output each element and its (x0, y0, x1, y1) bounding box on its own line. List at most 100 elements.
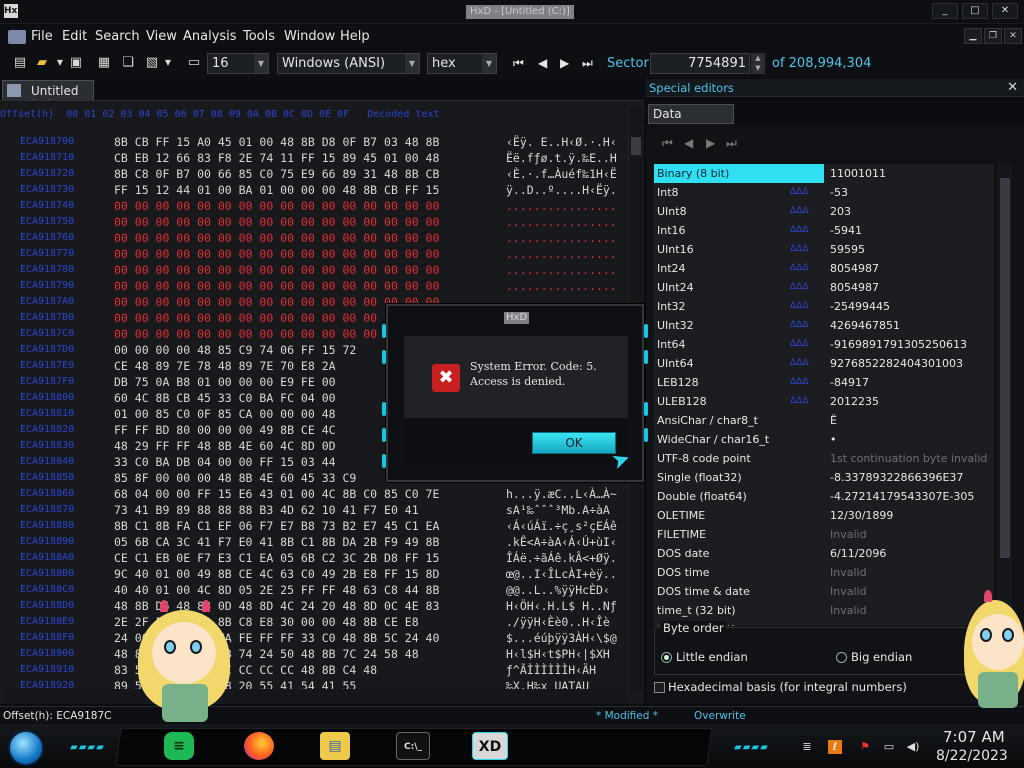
row-decoded-text[interactable]: ./ÿÿH‹Èè0..H‹Îè (506, 614, 628, 630)
row-decoded-text[interactable]: ‹Ëÿ. E..H‹Ø.·.H‹ (506, 134, 628, 150)
menu-tools[interactable]: Tools (243, 29, 275, 44)
row-bytes[interactable]: 9C 40 01 00 49 8B CE 4C 63 C0 49 2B E8 F… (114, 566, 439, 582)
inspector-row[interactable]: FILETIME Invalid (654, 525, 994, 544)
first-byte-icon[interactable]: ⏮ (662, 136, 673, 151)
inspector-row[interactable]: DOS time & date Invalid (654, 582, 994, 601)
row-decoded-text[interactable]: ‹È.·.f…Àuéf‰1H‹Ë (506, 166, 628, 182)
inspector-edit-button[interactable]: ΔΔΔ (790, 335, 820, 354)
row-decoded-text[interactable]: Ëë.fƒø.t.ÿ.‰E..H (506, 150, 628, 166)
inspector-value[interactable]: -4.27214179543307E-305 (830, 487, 974, 506)
charset-select[interactable]: Windows (ANSI) ▼ (277, 53, 420, 74)
mdi-restore-button[interactable]: ❐ (984, 28, 1002, 44)
hxd-icon[interactable]: XD (472, 732, 508, 760)
inspector-row[interactable]: Binary (8 bit) 11001011 (654, 164, 994, 183)
inspector-edit-button[interactable]: ΔΔΔ (790, 278, 820, 297)
inspector-row[interactable]: Int32 ΔΔΔ -25499445 (654, 297, 994, 316)
inspector-value[interactable]: Invalid (830, 563, 867, 582)
row-decoded-text[interactable]: œ@..I‹ÎLcÀI+èÿ.. (506, 566, 628, 582)
big-endian-label[interactable]: Big endian (851, 650, 912, 664)
inspector-edit-button[interactable]: ΔΔΔ (790, 392, 820, 411)
inspector-edit-button[interactable]: ΔΔΔ (790, 354, 820, 373)
status-write-mode[interactable]: Overwrite (694, 710, 746, 722)
inspector-row[interactable]: AnsiChar / char8_t Ë (654, 411, 994, 430)
inspector-value[interactable]: -5941 (830, 221, 862, 240)
row-bytes[interactable]: 00 00 00 00 00 00 00 00 00 00 00 00 00 0… (114, 262, 439, 278)
tray-app-icon[interactable]: ℓ (828, 740, 842, 754)
tab-untitled-drive-c[interactable]: Untitled (C:) (2, 80, 94, 112)
inspector-edit-button[interactable]: ΔΔΔ (790, 316, 820, 335)
inspector-value[interactable]: 8054987 (830, 278, 879, 297)
row-bytes[interactable]: DB 75 0A B8 01 00 00 00 E9 FE 00 (114, 374, 336, 390)
scrollbar-thumb[interactable] (1000, 178, 1010, 558)
hex-row[interactable]: ECA9188C0 40 40 01 00 4C 8D 05 2E 25 FF F… (0, 582, 628, 598)
menu-edit[interactable]: Edit (62, 29, 87, 44)
row-decoded-text[interactable]: ................ (506, 214, 628, 230)
hex-row[interactable]: ECA9188B0 9C 40 01 00 49 8B CE 4C 63 C0 4… (0, 566, 628, 582)
inspector-row[interactable]: UInt8 ΔΔΔ 203 (654, 202, 994, 221)
row-bytes[interactable]: CE 48 89 7E 78 48 89 7E 70 E8 2A (114, 358, 336, 374)
hex-basis-label[interactable]: Hexadecimal basis (for integral numbers) (668, 680, 907, 694)
row-decoded-text[interactable]: .kÊ<A÷àA‹Á‹Ú+ùI‹ (506, 534, 628, 550)
row-bytes[interactable]: 00 00 00 00 48 85 C9 74 06 FF 15 72 (114, 342, 356, 358)
hex-row[interactable]: ECA918900 48 8B 6C 24 48 8B 74 24 50 48 8… (0, 646, 628, 662)
data-inspector-table[interactable]: Binary (8 bit) 11001011 Int8 ΔΔΔ -53 UInt8 ΔΔΔ… (654, 164, 994, 626)
row-decoded-text[interactable]: @@..L..%ÿÿHcÈD‹ (506, 582, 628, 598)
inspector-value[interactable]: Ë (830, 411, 837, 430)
inspector-row[interactable]: OLETIME 12/30/1899 (654, 506, 994, 525)
open-dropdown-icon[interactable]: ▼ (52, 55, 68, 71)
next-byte-icon[interactable]: ▶ (706, 136, 715, 150)
menu-help[interactable]: Help (340, 29, 370, 44)
previous-byte-icon[interactable]: ◀ (684, 136, 693, 150)
row-decoded-text[interactable]: $...éúþÿÿ3ÀH‹\$@ (506, 630, 628, 646)
copy-icon[interactable]: ❏ (120, 55, 136, 71)
inspector-value[interactable]: 4269467851 (830, 316, 900, 335)
menu-analysis[interactable]: Analysis (183, 29, 237, 44)
row-bytes[interactable]: 00 00 00 00 00 00 00 00 00 00 00 00 00 0… (114, 246, 439, 262)
inspector-edit-button[interactable]: ΔΔΔ (790, 259, 820, 278)
firefox-icon[interactable] (244, 732, 274, 760)
file-explorer-icon[interactable]: ▤ (320, 732, 350, 760)
inspector-value[interactable]: 11001011 (830, 164, 886, 183)
hex-row[interactable]: ECA918860 68 04 00 00 FF 15 E6 43 01 00 4… (0, 486, 628, 502)
inspector-value[interactable]: 59595 (830, 240, 865, 259)
inspector-row[interactable]: DOS time Invalid (654, 563, 994, 582)
mdi-close-button[interactable]: ✕ (1004, 28, 1022, 44)
inspector-row[interactable]: UInt32 ΔΔΔ 4269467851 (654, 316, 994, 335)
big-endian-radio[interactable] (836, 652, 847, 663)
minimize-button[interactable]: _ (932, 3, 958, 19)
previous-sector-icon[interactable]: ◀ (538, 56, 547, 70)
little-endian-label[interactable]: Little endian (676, 650, 748, 664)
little-endian-radio[interactable] (661, 652, 672, 663)
inspector-edit-button[interactable]: ΔΔΔ (790, 202, 820, 221)
save-icon[interactable]: ▣ (68, 55, 84, 71)
row-decoded-text[interactable]: ƒ^ÃÌÌÌÌÌÌH‹ÄH (506, 662, 628, 678)
spotify-icon[interactable]: ≡ (164, 732, 194, 760)
row-bytes[interactable]: 85 8F 00 00 00 48 8B 4E 60 45 33 C9 (114, 470, 356, 486)
row-decoded-text[interactable]: ÎÁë.÷ãÁê.kÂ<+Øÿ. (506, 550, 628, 566)
inspector-row[interactable]: Int16 ΔΔΔ -5941 (654, 221, 994, 240)
row-decoded-text[interactable]: ................ (506, 198, 628, 214)
command-prompt-icon[interactable]: C:\_ (396, 732, 430, 760)
hex-row[interactable]: ECA918720 8B C8 0F B7 00 66 85 C0 75 E9 6… (0, 166, 628, 182)
inspector-value[interactable]: 9276852282404301003 (830, 354, 963, 373)
inspector-value[interactable]: -84917 (830, 373, 869, 392)
hex-row[interactable]: ECA9188D0 48 8B D6 48 8B 0D 48 8D 4C 24 2… (0, 598, 628, 614)
hex-row[interactable]: ECA918780 00 00 00 00 00 00 00 00 00 00 0… (0, 262, 628, 278)
inspector-edit-button[interactable]: ΔΔΔ (790, 221, 820, 240)
inspector-value[interactable]: Invalid (830, 582, 867, 601)
row-bytes[interactable]: 60 4C 8B CB 45 33 C0 BA FC 04 00 (114, 390, 336, 406)
menu-file[interactable]: File (31, 29, 53, 44)
menu-window[interactable]: Window (284, 29, 335, 44)
row-decoded-text[interactable]: ÿ..D..º....H‹Ëÿ. (506, 182, 628, 198)
row-bytes[interactable]: CB EB 12 66 83 F8 2E 74 11 FF 15 89 45 0… (114, 150, 439, 166)
inspector-edit-button[interactable]: ΔΔΔ (790, 373, 820, 392)
hex-row[interactable]: ECA9188E0 2E 2F FF FF 48 8B C8 E8 30 00 0… (0, 614, 628, 630)
inspector-value[interactable]: • (830, 430, 837, 449)
row-bytes[interactable]: 8B C1 8B FA C1 EF 06 F7 E7 B8 73 B2 E7 4… (114, 518, 439, 534)
inspector-row[interactable]: UInt24 ΔΔΔ 8054987 (654, 278, 994, 297)
hex-horizontal-scrollbar[interactable] (4, 689, 628, 703)
row-bytes[interactable]: 00 00 00 00 00 00 00 00 00 00 00 00 00 0… (114, 278, 439, 294)
hex-row[interactable]: ECA918700 8B CB FF 15 A0 45 01 00 48 8B D… (0, 134, 628, 150)
row-bytes[interactable]: 68 04 00 00 FF 15 E6 43 01 00 4C 8B C0 8… (114, 486, 439, 502)
data-inspector-scrollbar[interactable] (998, 164, 1012, 626)
